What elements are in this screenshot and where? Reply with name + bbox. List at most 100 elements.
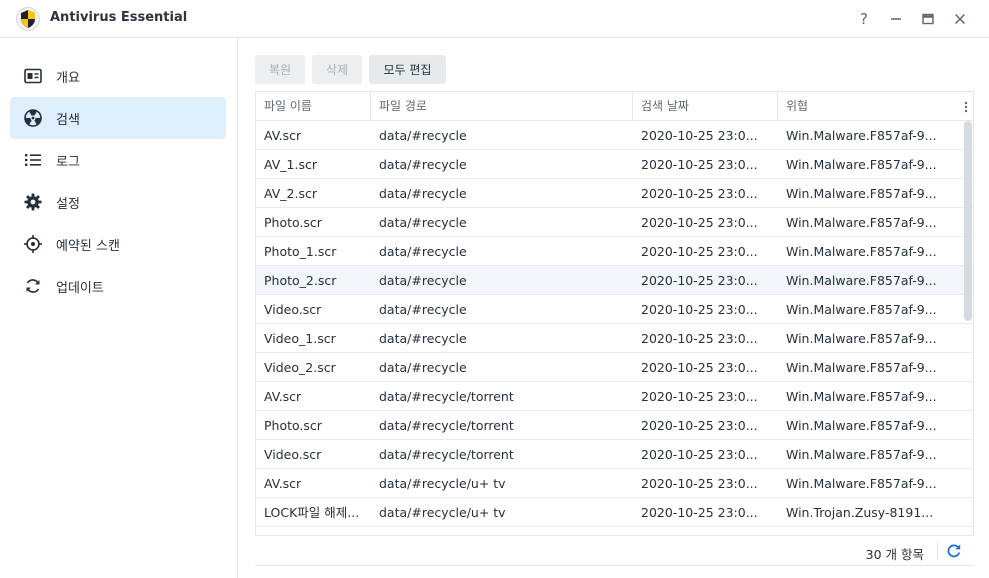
maximize-icon: [922, 13, 934, 25]
vertical-scrollbar[interactable]: [964, 121, 972, 321]
sidebar-item-update[interactable]: 업데이트: [10, 265, 226, 307]
table-row[interactable]: Video.scr data/#recycle/torrent 2020-10-25…: [256, 440, 973, 469]
cell-threat: Win.Malware.F857af-9...: [786, 273, 937, 288]
cell-scan-date: 2020-10-25 23:0...: [641, 215, 758, 230]
cell-file-path: data/#recycle: [379, 360, 467, 375]
cell-file-name: AV_1.scr: [264, 157, 318, 172]
cell-file-path: data/#recycle: [379, 215, 467, 230]
column-header-threat[interactable]: 위협: [778, 92, 956, 121]
table-header: 파일 이름 파일 경로 검색 날짜 위협: [256, 92, 973, 121]
cell-threat: Win.Malware.F857af-9...: [786, 244, 937, 259]
target-icon: [24, 235, 42, 253]
cell-file-path: data/#recycle: [379, 244, 467, 259]
overview-icon: [24, 67, 42, 85]
restore-button[interactable]: 복원: [255, 55, 305, 84]
more-vertical-icon: [964, 101, 967, 112]
edit-all-button[interactable]: 모두 편집: [369, 55, 446, 84]
list-icon: [24, 151, 42, 169]
table-row[interactable]: Photo.scr data/#recycle/torrent 2020-10-25…: [256, 411, 973, 440]
sidebar-item-overview[interactable]: 개요: [10, 55, 226, 97]
cell-scan-date: 2020-10-25 23:0...: [641, 302, 758, 317]
cell-file-name: Video_1.scr: [264, 331, 336, 346]
delete-button[interactable]: 삭제: [312, 55, 362, 84]
cell-file-name: LOCK파일 해제...: [264, 505, 360, 520]
table-row[interactable]: Photo.scr data/#recycle 2020-10-25 23:0...…: [256, 208, 973, 237]
gear-icon: [24, 193, 42, 211]
column-menu-button[interactable]: [956, 92, 973, 121]
table-row[interactable]: AV.scr data/#recycle/torrent 2020-10-25 23…: [256, 382, 973, 411]
cell-file-name: Photo_1.scr: [264, 244, 337, 259]
app-title: Antivirus Essential: [50, 10, 188, 25]
sidebar-item-scan[interactable]: 검색: [10, 97, 226, 139]
table-row[interactable]: AV_2.scr data/#recycle 2020-10-25 23:0... W…: [256, 179, 973, 208]
refresh-icon[interactable]: [946, 543, 962, 559]
threat-table: 파일 이름 파일 경로 검색 날짜 위협 AV.scr data/#recycle…: [255, 91, 974, 565]
cell-threat: Win.Malware.F857af-9...: [786, 128, 937, 143]
table-footer: 30 개 항목: [255, 535, 974, 566]
cell-scan-date: 2020-10-25 23:0...: [641, 157, 758, 172]
cell-threat: Win.Malware.F857af-9...: [786, 302, 937, 317]
table-row[interactable]: AV_1.scr data/#recycle 2020-10-25 23:0... W…: [256, 150, 973, 179]
cell-file-path: data/#recycle: [379, 128, 467, 143]
table-row[interactable]: Video_2.scr data/#recycle 2020-10-25 23:0.…: [256, 353, 973, 382]
cell-scan-date: 2020-10-25 23:0...: [641, 244, 758, 259]
cell-scan-date: 2020-10-25 23:0...: [641, 273, 758, 288]
column-header-file-path[interactable]: 파일 경로: [371, 92, 633, 121]
table-row[interactable]: Photo_2.scr data/#recycle 2020-10-25 23:0.…: [256, 266, 973, 295]
sidebar-item-settings[interactable]: 설정: [10, 181, 226, 223]
cell-scan-date: 2020-10-25 23:0...: [641, 389, 758, 404]
cell-file-path: data/#recycle: [379, 157, 467, 172]
close-button[interactable]: [950, 9, 970, 29]
cell-file-path: data/#recycle/u+ tv: [379, 476, 506, 491]
sidebar-item-label: 개요: [56, 70, 80, 86]
cell-file-name: AV.scr: [264, 389, 302, 404]
cell-file-name: AV.scr: [264, 128, 302, 143]
table-row[interactable]: AV.scr data/#recycle/u+ tv 2020-10-25 23:0…: [256, 469, 973, 498]
cell-threat: Win.Malware.F857af-9...: [786, 389, 937, 404]
cell-threat: Win.Malware.F857af-9...: [786, 157, 937, 172]
radiation-icon: [24, 109, 42, 127]
cell-scan-date: 2020-10-25 23:0...: [641, 331, 758, 346]
close-icon: [954, 13, 966, 25]
minimize-button[interactable]: [886, 9, 906, 29]
cell-file-path: data/#recycle/torrent: [379, 418, 514, 433]
cell-scan-date: 2020-10-25 23:0...: [641, 476, 758, 491]
table-row[interactable]: LOCK파일 해제... data/#recycle/u+ tv 2020-10-2…: [256, 498, 973, 527]
help-button[interactable]: ?: [854, 9, 874, 29]
cell-file-path: data/#recycle: [379, 186, 467, 201]
table-row[interactable]: Video_1.scr data/#recycle 2020-10-25 23:0.…: [256, 324, 973, 353]
sidebar-item-log[interactable]: 로그: [10, 139, 226, 181]
sidebar-item-label: 업데이트: [56, 280, 104, 296]
sidebar-item-label: 검색: [56, 112, 80, 128]
minimize-icon: [891, 18, 901, 20]
cell-threat: Win.Malware.F857af-9...: [786, 418, 937, 433]
cell-file-name: Photo.scr: [264, 215, 322, 230]
sidebar-item-label: 예약된 스캔: [56, 238, 120, 254]
cell-scan-date: 2020-10-25 23:0...: [641, 447, 758, 462]
item-count: 30 개 항목: [865, 547, 924, 562]
cell-scan-date: 2020-10-25 23:0...: [641, 186, 758, 201]
column-header-file-name[interactable]: 파일 이름: [256, 92, 371, 121]
table-row[interactable]: Photo_1.scr data/#recycle 2020-10-25 23:0.…: [256, 237, 973, 266]
refresh-icon: [24, 277, 42, 295]
main-panel: 복원 삭제 모두 편집 파일 이름 파일 경로 검색 날짜 위협 AV.scr d…: [239, 38, 989, 578]
sidebar-item-scheduled-scan[interactable]: 예약된 스캔: [10, 223, 226, 265]
cell-threat: Win.Malware.F857af-9...: [786, 186, 937, 201]
column-header-scan-date[interactable]: 검색 날짜: [633, 92, 778, 121]
table-row[interactable]: AV.scr data/#recycle 2020-10-25 23:0... Win…: [256, 121, 973, 150]
cell-scan-date: 2020-10-25 23:0...: [641, 128, 758, 143]
cell-file-name: Photo_2.scr: [264, 273, 337, 288]
cell-threat: Win.Trojan.Zusy-8191...: [786, 505, 934, 520]
cell-scan-date: 2020-10-25 23:0...: [641, 360, 758, 375]
cell-file-path: data/#recycle/u+ tv: [379, 505, 506, 520]
maximize-button[interactable]: [918, 9, 938, 29]
cell-threat: Win.Malware.F857af-9...: [786, 447, 937, 462]
cell-threat: Win.Malware.F857af-9...: [786, 360, 937, 375]
table-row[interactable]: Video.scr data/#recycle 2020-10-25 23:0...…: [256, 295, 973, 324]
cell-threat: Win.Malware.F857af-9...: [786, 215, 937, 230]
cell-scan-date: 2020-10-25 23:0...: [641, 418, 758, 433]
sidebar-item-label: 로그: [56, 154, 80, 170]
cell-file-path: data/#recycle: [379, 302, 467, 317]
footer-divider: [937, 543, 938, 560]
cell-file-path: data/#recycle: [379, 331, 467, 346]
